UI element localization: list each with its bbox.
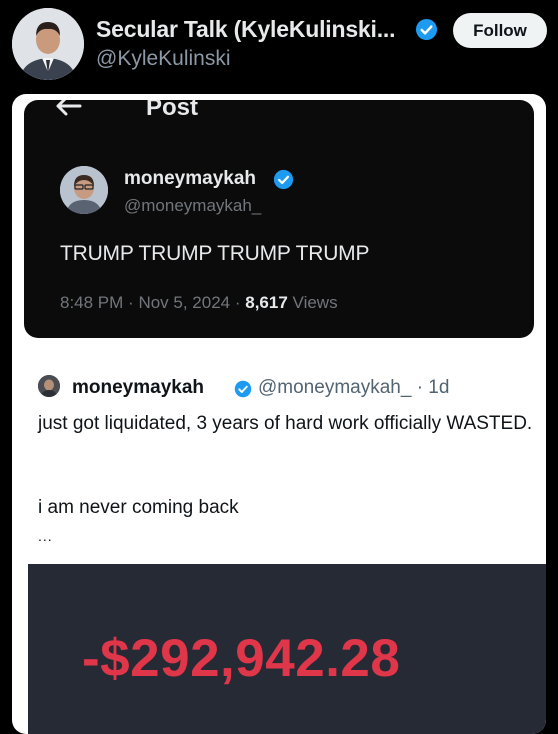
moneymaykah-avatar: [60, 166, 108, 214]
quoted-text-2: i am never coming back: [38, 497, 239, 518]
quoted-ellipsis: ...: [38, 528, 53, 544]
moneymaykah-name: moneymaykah: [124, 168, 257, 189]
post-meta: 8:48 PM · Nov 5, 2024 · 8,617 Views: [60, 293, 338, 312]
quoted-name: moneymaykah: [72, 377, 205, 398]
author-handle[interactable]: @KyleKulinski: [96, 47, 231, 71]
post-text: TRUMP TRUMP TRUMP TRUMP: [60, 242, 370, 265]
views-count: 8,617: [245, 293, 288, 312]
post-header-label: Post: [146, 100, 199, 121]
tweet-media-image[interactable]: Post moneymaykah @moneymaykah_ TRUMP TRU…: [12, 94, 546, 734]
back-arrow-icon: [56, 100, 82, 116]
quoted-avatar: [38, 375, 60, 397]
screenshot-dark-post: Post moneymaykah @moneymaykah_ TRUMP TRU…: [24, 100, 534, 338]
moneymaykah-handle: @moneymaykah_: [124, 196, 262, 215]
author-avatar[interactable]: [12, 8, 84, 80]
verified-badge-icon: [234, 380, 252, 398]
tweet-author-header: Secular Talk (KyleKulinski... @KyleKulin…: [0, 0, 558, 88]
quoted-text: just got liquidated, 3 years of hard wor…: [38, 413, 533, 434]
follow-button[interactable]: Follow: [453, 13, 547, 48]
post-date: Nov 5, 2024: [138, 293, 231, 312]
verified-badge-icon: [415, 18, 438, 41]
quoted-handle-time: @moneymaykah_ · 1d: [258, 377, 450, 398]
post-time: 8:48 PM: [60, 293, 124, 312]
loss-amount: -$292,942.28: [82, 629, 401, 688]
views-label: Views: [292, 293, 338, 312]
author-name[interactable]: Secular Talk (KyleKulinski...: [96, 16, 395, 43]
verified-badge-icon: [273, 169, 294, 190]
